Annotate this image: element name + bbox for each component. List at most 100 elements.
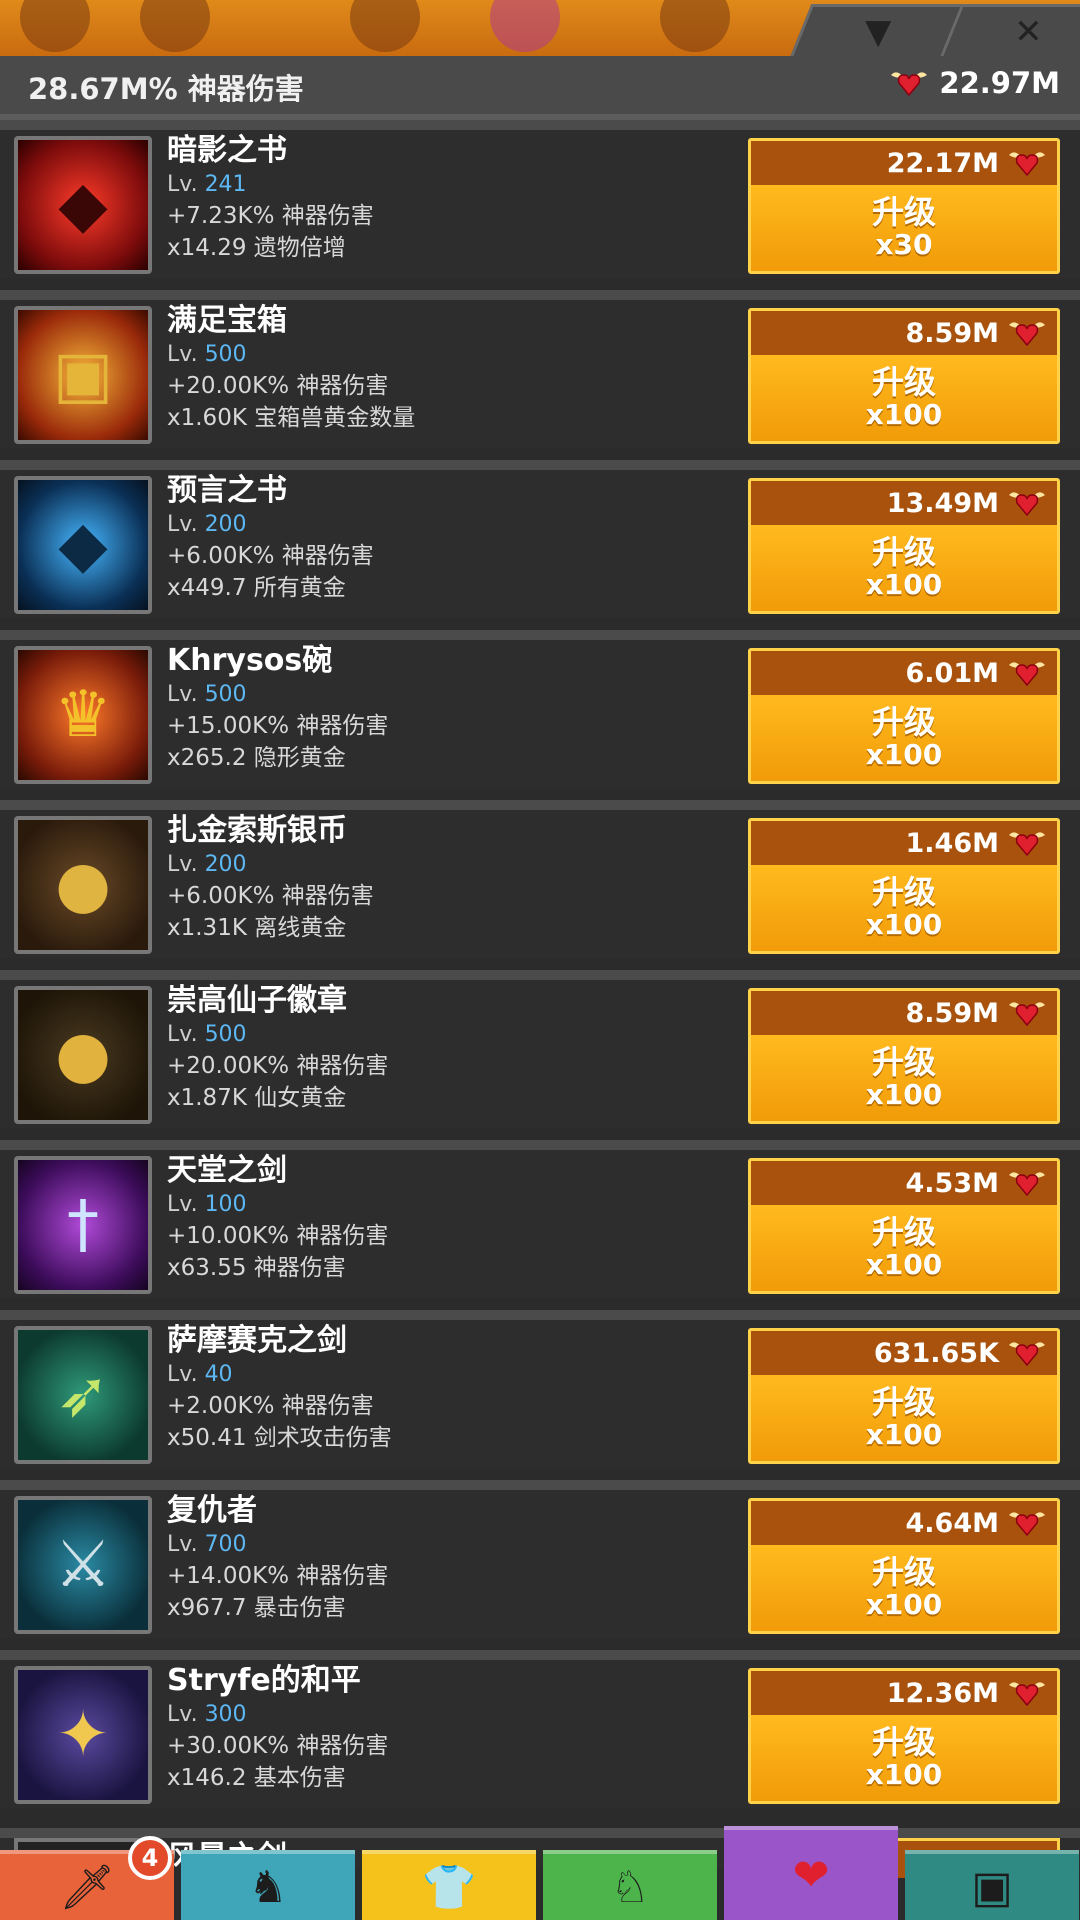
artifact-info: Khrysos碗 Lv. 500 +15.00K% 神器伤害 x265.2 隐形… — [167, 642, 727, 774]
artifact-level: Lv. 100 — [167, 1190, 727, 1220]
upgrade-label: 升级 — [871, 703, 936, 741]
nav-tab-artifacts[interactable]: ❤ — [724, 1826, 898, 1920]
upgrade-button[interactable]: 4.53M 升级 x100 — [748, 1158, 1060, 1294]
artifact-name: Khrysos碗 — [167, 643, 333, 678]
artifact-effect: x1.87K 仙女黄金 — [167, 1085, 347, 1111]
upgrade-action: 升级 x100 — [751, 1375, 1057, 1461]
artifact-info: 崇高仙子徽章 Lv. 500 +20.00K% 神器伤害 x1.87K 仙女黄金 — [167, 982, 727, 1114]
upgrade-button[interactable]: 8.59M 升级 x100 — [748, 988, 1060, 1124]
upgrade-quantity: x100 — [865, 1078, 943, 1111]
upgrade-quantity: x30 — [875, 228, 933, 261]
level-value: 300 — [204, 1702, 247, 1727]
golden-bowl-icon[interactable]: ♛ — [14, 646, 152, 784]
artifact-row[interactable]: ● 扎金索斯银币 Lv. 200 +6.00K% 神器伤害 x1.31K 离线黄… — [0, 800, 1080, 958]
artifact-row[interactable]: ⚔ 复仇者 Lv. 700 +14.00K% 神器伤害 x967.7 暴击伤害 … — [0, 1480, 1080, 1638]
artifact-row[interactable]: † 天堂之剑 Lv. 100 +10.00K% 神器伤害 x63.55 神器伤害… — [0, 1140, 1080, 1298]
winged-heart-icon — [1009, 1002, 1045, 1027]
nav-tab-shop[interactable]: ▣ — [905, 1850, 1079, 1920]
artifact-effect: x1.60K 宝箱兽黄金数量 — [167, 405, 416, 431]
cost-value: 22.17M — [886, 147, 999, 179]
coin-icon[interactable]: ● — [14, 816, 152, 954]
nav-tab-pets[interactable]: ♘ — [543, 1850, 717, 1920]
artifact-info: Stryfe的和平 Lv. 300 +30.00K% 神器伤害 x146.2 基… — [167, 1662, 727, 1794]
upgrade-button[interactable]: 22.17M 升级 x30 — [748, 138, 1060, 274]
game-top-strip: ▼ ✕ — [0, 0, 1080, 56]
winged-heart-icon — [891, 72, 928, 97]
upgrade-action: 升级 x30 — [751, 185, 1057, 271]
artifact-header: 28.67M% 神器伤害 22.97M — [0, 56, 1080, 120]
heaven-sword-icon[interactable]: † — [14, 1156, 152, 1294]
level-label: Lv. — [167, 342, 198, 367]
artifact-row[interactable]: ◆ 暗影之书 Lv. 241 +7.23K% 神器伤害 x14.29 遗物倍增 … — [0, 120, 1080, 278]
upgrade-cost: 631.65K — [751, 1331, 1057, 1375]
winged-heart-icon: ❤ — [792, 1849, 830, 1901]
fairy-badge-icon[interactable]: ● — [14, 986, 152, 1124]
cost-value: 8.59M — [905, 997, 1000, 1029]
level-label: Lv. — [167, 682, 198, 707]
artifact-level: Lv. 200 — [167, 850, 727, 880]
upgrade-button[interactable]: 6.01M 升级 x100 — [748, 648, 1060, 784]
artifact-row[interactable]: ♛ Khrysos碗 Lv. 500 +15.00K% 神器伤害 x265.2 … — [0, 630, 1080, 788]
artifact-info: 满足宝箱 Lv. 500 +20.00K% 神器伤害 x1.60K 宝箱兽黄金数… — [167, 302, 727, 434]
level-value: 200 — [204, 512, 247, 537]
upgrade-action: 升级 x100 — [751, 1205, 1057, 1291]
skill-icon[interactable] — [350, 0, 420, 52]
collapse-button[interactable]: ▼ — [790, 4, 968, 56]
winged-heart-icon — [1009, 662, 1045, 687]
cost-value: 8.59M — [905, 317, 1000, 349]
skill-icon[interactable] — [660, 0, 730, 52]
close-button[interactable]: ✕ — [940, 4, 1080, 56]
artifact-row[interactable]: ➶ 萨摩赛克之剑 Lv. 40 +2.00K% 神器伤害 x50.41 剑术攻击… — [0, 1310, 1080, 1468]
upgrade-button[interactable]: 12.36M 升级 x100 — [748, 1668, 1060, 1804]
nav-tab-equipment[interactable]: 👕 — [362, 1850, 536, 1920]
winged-heart-icon — [1009, 1342, 1045, 1367]
upgrade-cost: 1.46M — [751, 821, 1057, 865]
book-of-shadows-icon[interactable]: ◆ — [14, 136, 152, 274]
upgrade-cost: 22.17M — [751, 141, 1057, 185]
artifact-level: Lv. 200 — [167, 510, 727, 540]
artifact-level: Lv. 500 — [167, 680, 727, 710]
level-value: 100 — [204, 1192, 247, 1217]
chest-icon[interactable]: ▣ — [14, 306, 152, 444]
winged-heart-icon — [1009, 322, 1045, 347]
upgrade-button[interactable]: 8.59M 升级 x100 — [748, 308, 1060, 444]
artifact-row[interactable]: ▣ 满足宝箱 Lv. 500 +20.00K% 神器伤害 x1.60K 宝箱兽黄… — [0, 290, 1080, 448]
relic-balance: 22.97M — [889, 66, 1060, 100]
upgrade-button[interactable]: 13.49M 升级 x100 — [748, 478, 1060, 614]
level-value: 500 — [204, 682, 247, 707]
avenger-sword-icon[interactable]: ⚔ — [14, 1496, 152, 1634]
winged-heart-icon — [1009, 1512, 1045, 1537]
artifact-level: Lv. 241 — [167, 170, 727, 200]
artifact-row[interactable]: ✦ Stryfe的和平 Lv. 300 +30.00K% 神器伤害 x146.2… — [0, 1650, 1080, 1808]
shirt-icon: 👕 — [421, 1862, 477, 1913]
artifact-damage-bonus: +14.00K% 神器伤害 — [167, 1563, 389, 1589]
crossed-swords-icon[interactable] — [140, 0, 210, 52]
book-of-prophecy-icon[interactable]: ◆ — [14, 476, 152, 614]
upgrade-cost: 12.36M — [751, 1671, 1057, 1715]
chest-icon: ▣ — [971, 1861, 1013, 1913]
event-icon[interactable] — [490, 0, 560, 52]
artifact-row[interactable]: ◆ 预言之书 Lv. 200 +6.00K% 神器伤害 x449.7 所有黄金 … — [0, 460, 1080, 618]
upgrade-quantity: x100 — [865, 1418, 943, 1451]
level-label: Lv. — [167, 172, 198, 197]
upgrade-button[interactable]: 4.64M 升级 x100 — [748, 1498, 1060, 1634]
artifact-row[interactable]: ● 崇高仙子徽章 Lv. 500 +20.00K% 神器伤害 x1.87K 仙女… — [0, 970, 1080, 1128]
artifact-effect: x265.2 隐形黄金 — [167, 745, 346, 771]
artifact-damage-bonus: +10.00K% 神器伤害 — [167, 1223, 389, 1249]
artifact-effect: x14.29 遗物倍增 — [167, 235, 346, 261]
winged-heart-icon — [1009, 832, 1045, 857]
winged-heart-icon — [1009, 1172, 1045, 1197]
artifact-effect: x1.31K 离线黄金 — [167, 915, 347, 941]
nav-tab-heroes[interactable]: ♞ — [181, 1850, 355, 1920]
upgrade-cost: 4.53M — [751, 1161, 1057, 1205]
level-label: Lv. — [167, 1022, 198, 1047]
settings-gear-icon[interactable] — [20, 0, 90, 52]
pet-icon: ♘ — [610, 1861, 650, 1913]
upgrade-quantity: x100 — [865, 398, 943, 431]
stryfe-peace-icon[interactable]: ✦ — [14, 1666, 152, 1804]
total-artifact-damage: 28.67M% 神器伤害 — [28, 72, 304, 106]
upgrade-button[interactable]: 1.46M 升级 x100 — [748, 818, 1060, 954]
spear-icon[interactable]: ➶ — [14, 1326, 152, 1464]
upgrade-button[interactable]: 631.65K 升级 x100 — [748, 1328, 1060, 1464]
nav-tab-sword[interactable]: 🗡 4 — [0, 1836, 174, 1920]
